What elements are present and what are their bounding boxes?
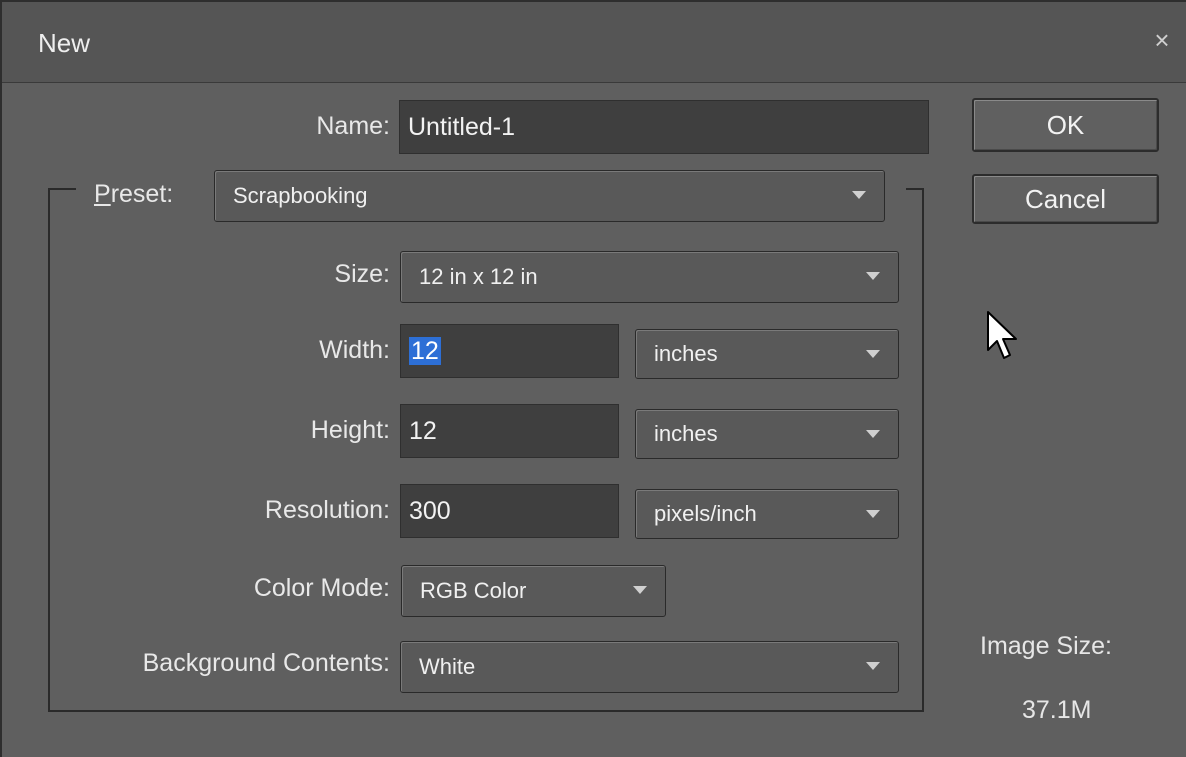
width-input[interactable]: 12	[400, 324, 619, 378]
chevron-down-icon	[633, 586, 647, 594]
color-mode-select[interactable]: RGB Color	[401, 565, 666, 617]
image-size-value: 37.1M	[1022, 696, 1092, 724]
width-label: Width:	[319, 336, 390, 364]
chevron-down-icon	[866, 272, 880, 280]
preset-label-mnemonic: P	[94, 180, 111, 208]
dialog-title: New	[38, 28, 91, 58]
title-bar[interactable]: New ×	[2, 2, 1186, 83]
cancel-button[interactable]: Cancel	[972, 174, 1159, 224]
height-label: Height:	[310, 416, 390, 444]
color-mode-label: Color Mode:	[253, 574, 390, 602]
name-label: Name:	[316, 112, 390, 140]
preset-group-border-right	[922, 188, 924, 712]
background-contents-value: White	[419, 654, 476, 679]
chevron-down-icon	[866, 662, 880, 670]
chevron-down-icon	[866, 510, 880, 518]
close-icon[interactable]: ×	[1148, 24, 1176, 56]
preset-select-value: Scrapbooking	[233, 183, 368, 208]
width-unit-select[interactable]: inches	[635, 329, 899, 379]
chevron-down-icon	[866, 430, 880, 438]
new-document-dialog: New × Name: Untitled-1 Preset: Scrapbook…	[0, 0, 1186, 757]
chevron-down-icon	[852, 191, 866, 199]
chevron-down-icon	[866, 350, 880, 358]
preset-group-border-top-left	[48, 188, 76, 190]
name-input[interactable]: Untitled-1	[399, 100, 929, 154]
size-select-value: 12 in x 12 in	[419, 264, 538, 289]
background-contents-label: Background Contents:	[142, 649, 390, 677]
preset-select[interactable]: Scrapbooking	[214, 170, 885, 222]
resolution-unit-value: pixels/inch	[654, 501, 757, 526]
preset-label-rest: reset:	[110, 180, 174, 208]
resolution-unit-select[interactable]: pixels/inch	[635, 489, 899, 539]
size-label: Size:	[334, 260, 390, 288]
preset-group-border-left	[48, 188, 50, 712]
preset-label: Preset:	[94, 180, 173, 209]
height-unit-value: inches	[654, 421, 718, 446]
height-input[interactable]: 12	[400, 404, 619, 458]
ok-button[interactable]: OK	[972, 98, 1159, 152]
width-input-value: 12	[409, 337, 441, 365]
resolution-label: Resolution:	[264, 496, 390, 524]
preset-group-border-bottom	[48, 710, 924, 712]
resolution-input[interactable]: 300	[400, 484, 619, 538]
mouse-pointer-icon	[987, 311, 1017, 359]
width-unit-value: inches	[654, 341, 718, 366]
height-unit-select[interactable]: inches	[635, 409, 899, 459]
color-mode-value: RGB Color	[420, 578, 527, 603]
background-contents-select[interactable]: White	[400, 641, 899, 693]
size-select[interactable]: 12 in x 12 in	[400, 251, 899, 303]
image-size-label: Image Size:	[980, 632, 1113, 660]
